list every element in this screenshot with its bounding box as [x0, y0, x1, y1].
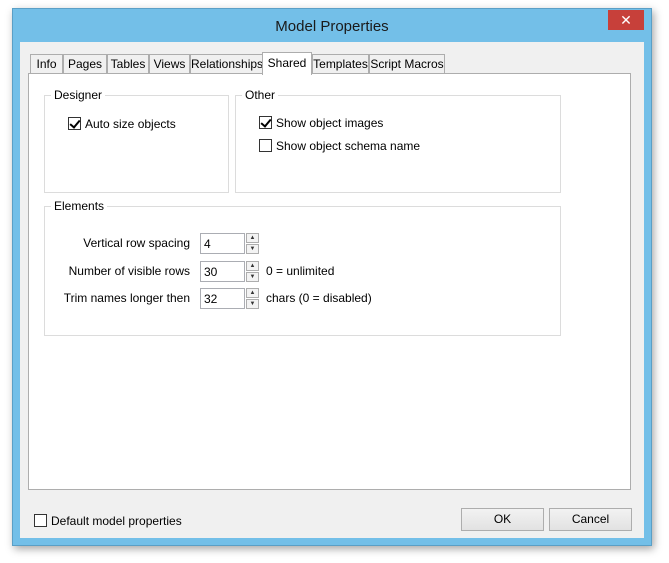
vertical-row-spacing-spinner[interactable]: ▲ ▼: [246, 233, 259, 254]
model-properties-dialog: Model Properties ✕ Info Pages Tables Vie…: [12, 8, 652, 546]
cancel-button[interactable]: Cancel: [549, 508, 632, 531]
visible-rows-input[interactable]: [200, 261, 245, 282]
checkbox-unchecked-icon[interactable]: [259, 139, 272, 152]
tab-shared[interactable]: Shared: [262, 52, 312, 75]
show-object-schema-name-checkbox[interactable]: Show object schema name: [259, 139, 420, 155]
auto-size-objects-checkbox[interactable]: Auto size objects: [68, 117, 176, 133]
tab-views[interactable]: Views: [149, 54, 190, 73]
checkbox-checked-icon[interactable]: [68, 117, 81, 130]
auto-size-objects-label: Auto size objects: [85, 117, 176, 131]
elements-group-title: Elements: [51, 199, 108, 213]
visible-rows-hint: 0 = unlimited: [266, 264, 335, 278]
trim-names-label: Trim names longer then: [63, 291, 190, 305]
tab-tables[interactable]: Tables: [107, 54, 149, 73]
designer-group-title: Designer: [51, 88, 106, 102]
default-model-properties-checkbox[interactable]: Default model properties: [34, 514, 182, 530]
checkbox-checked-icon[interactable]: [259, 116, 272, 129]
tab-templates[interactable]: Templates: [312, 54, 369, 73]
vertical-row-spacing-label: Vertical row spacing: [83, 236, 190, 250]
shared-tab-panel: Designer Auto size objects Other Show ob…: [28, 73, 631, 490]
spin-up-icon[interactable]: ▲: [246, 261, 259, 271]
spin-down-icon[interactable]: ▼: [246, 272, 259, 282]
dialog-client-area: Info Pages Tables Views Relationships Sh…: [20, 42, 644, 538]
tab-relationships[interactable]: Relationships: [190, 54, 263, 73]
designer-group: Designer Auto size objects: [44, 88, 229, 193]
vertical-row-spacing-input[interactable]: [200, 233, 245, 254]
ok-button[interactable]: OK: [461, 508, 544, 531]
visible-rows-label: Number of visible rows: [68, 264, 190, 278]
trim-names-input[interactable]: [200, 288, 245, 309]
trim-names-hint: chars (0 = disabled): [266, 291, 372, 305]
other-group-title: Other: [242, 88, 279, 102]
title-bar[interactable]: Model Properties ✕: [13, 9, 651, 42]
other-group: Other Show object images Show object sch…: [235, 88, 561, 193]
checkbox-unchecked-icon[interactable]: [34, 514, 47, 527]
close-button[interactable]: ✕: [608, 10, 644, 30]
visible-rows-spinner[interactable]: ▲ ▼: [246, 261, 259, 282]
tab-info[interactable]: Info: [30, 54, 63, 73]
show-object-images-label: Show object images: [276, 116, 384, 130]
show-object-schema-name-label: Show object schema name: [276, 139, 421, 153]
spin-up-icon[interactable]: ▲: [246, 233, 259, 243]
tab-script-macros[interactable]: Script Macros: [369, 54, 445, 73]
trim-names-spinner[interactable]: ▲ ▼: [246, 288, 259, 309]
spin-down-icon[interactable]: ▼: [246, 299, 259, 309]
elements-group: Elements Vertical row spacing ▲ ▼ Number…: [44, 199, 561, 336]
spin-up-icon[interactable]: ▲: [246, 288, 259, 298]
dialog-title: Model Properties: [275, 18, 389, 35]
tab-pages[interactable]: Pages: [63, 54, 107, 73]
show-object-images-checkbox[interactable]: Show object images: [259, 116, 383, 132]
default-model-properties-label: Default model properties: [51, 514, 182, 528]
spin-down-icon[interactable]: ▼: [246, 244, 259, 254]
